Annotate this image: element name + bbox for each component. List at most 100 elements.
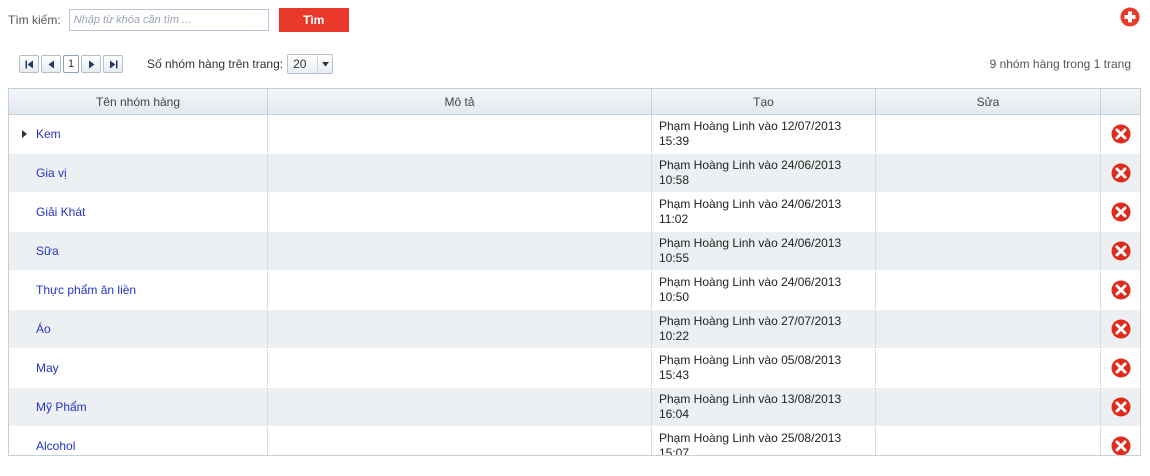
group-name-link[interactable]: Gia vị — [36, 166, 67, 180]
cell-name: Mỹ Phẩm — [9, 388, 268, 426]
created-by-date: Phạm Hoàng Linh vào 13/08/2013 — [659, 392, 842, 406]
cell-edited — [876, 271, 1101, 309]
pager: 1 Số nhóm hàng trên trang: 20 — [19, 54, 334, 74]
cell-created: Phạm Hoàng Linh vào 05/08/2013 15:43 — [652, 349, 876, 387]
cell-description — [268, 349, 652, 387]
table-row[interactable]: Gia vị Phạm Hoàng Linh vào 24/06/2013 10:5… — [9, 154, 1140, 193]
cell-description — [268, 154, 652, 192]
next-page-icon — [88, 60, 94, 68]
next-page-button[interactable] — [81, 55, 101, 73]
column-header-created[interactable]: Tạo — [652, 89, 876, 114]
table-row[interactable]: Sữa Phạm Hoàng Linh vào 24/06/2013 10:55 — [9, 232, 1140, 271]
cell-name: Thực phẩm ăn liền — [9, 271, 268, 309]
created-by-date: Phạm Hoàng Linh vào 24/06/2013 — [659, 236, 842, 250]
first-page-button[interactable] — [19, 55, 39, 73]
table-row[interactable]: Alcohol Phạm Hoàng Linh vào 25/08/2013 15:… — [9, 427, 1140, 456]
cell-created: Phạm Hoàng Linh vào 24/06/2013 10:58 — [652, 154, 876, 192]
last-page-button[interactable] — [103, 55, 123, 73]
cell-edited — [876, 115, 1101, 153]
table-row[interactable]: Áo Phạm Hoàng Linh vào 27/07/2013 10:22 — [9, 310, 1140, 349]
x-circle-icon[interactable] — [1111, 241, 1131, 261]
search-label: Tìm kiếm: — [8, 13, 61, 27]
search-input[interactable] — [68, 9, 269, 31]
cell-description — [268, 271, 652, 309]
column-header-description[interactable]: Mô tả — [268, 89, 652, 114]
created-by-date: Phạm Hoàng Linh vào 25/08/2013 — [659, 431, 842, 445]
cell-actions — [1101, 388, 1140, 426]
cell-actions — [1101, 271, 1140, 309]
table-row[interactable]: Mỹ Phẩm Phạm Hoàng Linh vào 13/08/2013 16:… — [9, 388, 1140, 427]
group-name-link[interactable]: Áo — [36, 322, 51, 336]
created-time: 16:04 — [659, 407, 690, 421]
created-time: 10:50 — [659, 290, 690, 304]
x-circle-icon[interactable] — [1111, 163, 1131, 183]
cell-actions — [1101, 232, 1140, 270]
cell-actions — [1101, 427, 1140, 456]
group-name-link[interactable]: Kem — [36, 127, 61, 141]
cell-created: Phạm Hoàng Linh vào 27/07/2013 10:22 — [652, 310, 876, 348]
cell-edited — [876, 232, 1101, 270]
created-time: 10:55 — [659, 251, 690, 265]
x-circle-icon[interactable] — [1111, 202, 1131, 222]
group-name-link[interactable]: Giải Khát — [36, 205, 85, 219]
cell-name: Kem — [9, 115, 268, 153]
cell-created: Phạm Hoàng Linh vào 24/06/2013 10:50 — [652, 271, 876, 309]
x-circle-icon[interactable] — [1111, 124, 1131, 144]
group-name-link[interactable]: Alcohol — [36, 439, 75, 453]
created-by-date: Phạm Hoàng Linh vào 24/06/2013 — [659, 197, 842, 211]
created-time: 15:39 — [659, 134, 690, 148]
column-header-edited[interactable]: Sửa — [876, 89, 1101, 114]
table-row[interactable]: May Phạm Hoàng Linh vào 05/08/2013 15:43 — [9, 349, 1140, 388]
column-header-name[interactable]: Tên nhóm hàng — [9, 89, 268, 114]
created-by-date: Phạm Hoàng Linh vào 27/07/2013 — [659, 314, 842, 328]
last-page-icon — [109, 60, 117, 68]
group-name-link[interactable]: Mỹ Phẩm — [36, 400, 87, 414]
cell-created: Phạm Hoàng Linh vào 12/07/2013 15:39 — [652, 115, 876, 153]
cell-edited — [876, 154, 1101, 192]
cell-description — [268, 388, 652, 426]
created-by-date: Phạm Hoàng Linh vào 12/07/2013 — [659, 119, 842, 133]
cell-description — [268, 427, 652, 455]
created-by-date: Phạm Hoàng Linh vào 24/06/2013 — [659, 275, 842, 289]
created-time: 10:58 — [659, 173, 690, 187]
cell-description — [268, 193, 652, 231]
x-circle-icon[interactable] — [1111, 358, 1131, 378]
page-size-value: 20 — [293, 57, 307, 71]
table-row[interactable]: Thực phẩm ăn liền Phạm Hoàng Linh vào 24/… — [9, 271, 1140, 310]
group-name-link[interactable]: Thực phẩm ăn liền — [36, 283, 136, 297]
cell-actions — [1101, 193, 1140, 231]
table-row[interactable]: Giải Khát Phạm Hoàng Linh vào 24/06/2013 1… — [9, 193, 1140, 232]
prev-page-button[interactable] — [41, 55, 61, 73]
x-circle-icon[interactable] — [1111, 280, 1131, 300]
x-circle-icon[interactable] — [1111, 319, 1131, 339]
group-name-link[interactable]: May — [36, 361, 59, 375]
cell-description — [268, 115, 652, 153]
current-page-indicator[interactable]: 1 — [63, 55, 79, 73]
cell-name: Sữa — [9, 232, 268, 270]
cell-edited — [876, 427, 1101, 455]
cell-name: Áo — [9, 310, 268, 348]
table-row[interactable]: Kem Phạm Hoàng Linh vào 12/07/2013 15:39 — [9, 115, 1140, 154]
cell-created: Phạm Hoàng Linh vào 13/08/2013 16:04 — [652, 388, 876, 426]
group-name-link[interactable]: Sữa — [36, 244, 59, 258]
cell-edited — [876, 349, 1101, 387]
x-circle-icon[interactable] — [1111, 397, 1131, 417]
pagination-summary: 9 nhóm hàng trong 1 trang — [989, 57, 1131, 71]
x-circle-icon[interactable] — [1111, 436, 1131, 456]
cell-description — [268, 310, 652, 348]
cell-created: Phạm Hoàng Linh vào 24/06/2013 11:02 — [652, 193, 876, 231]
table-body: Kem Phạm Hoàng Linh vào 12/07/2013 15:39 Gi… — [9, 115, 1140, 456]
page-size-select[interactable]: 20 — [287, 54, 334, 74]
cell-created: Phạm Hoàng Linh vào 24/06/2013 10:55 — [652, 232, 876, 270]
table-header: Tên nhóm hàng Mô tả Tạo Sửa — [9, 89, 1140, 115]
cell-name: Giải Khát — [9, 193, 268, 231]
cell-actions — [1101, 115, 1140, 153]
plus-circle-icon[interactable] — [1120, 7, 1140, 27]
created-by-date: Phạm Hoàng Linh vào 05/08/2013 — [659, 353, 842, 367]
search-button[interactable]: Tìm — [278, 8, 349, 32]
created-time: 15:43 — [659, 368, 690, 382]
created-time: 15:07 — [659, 446, 690, 456]
cell-name: Alcohol — [9, 427, 268, 455]
first-page-icon — [25, 60, 33, 68]
expand-arrow-icon[interactable] — [22, 130, 27, 138]
